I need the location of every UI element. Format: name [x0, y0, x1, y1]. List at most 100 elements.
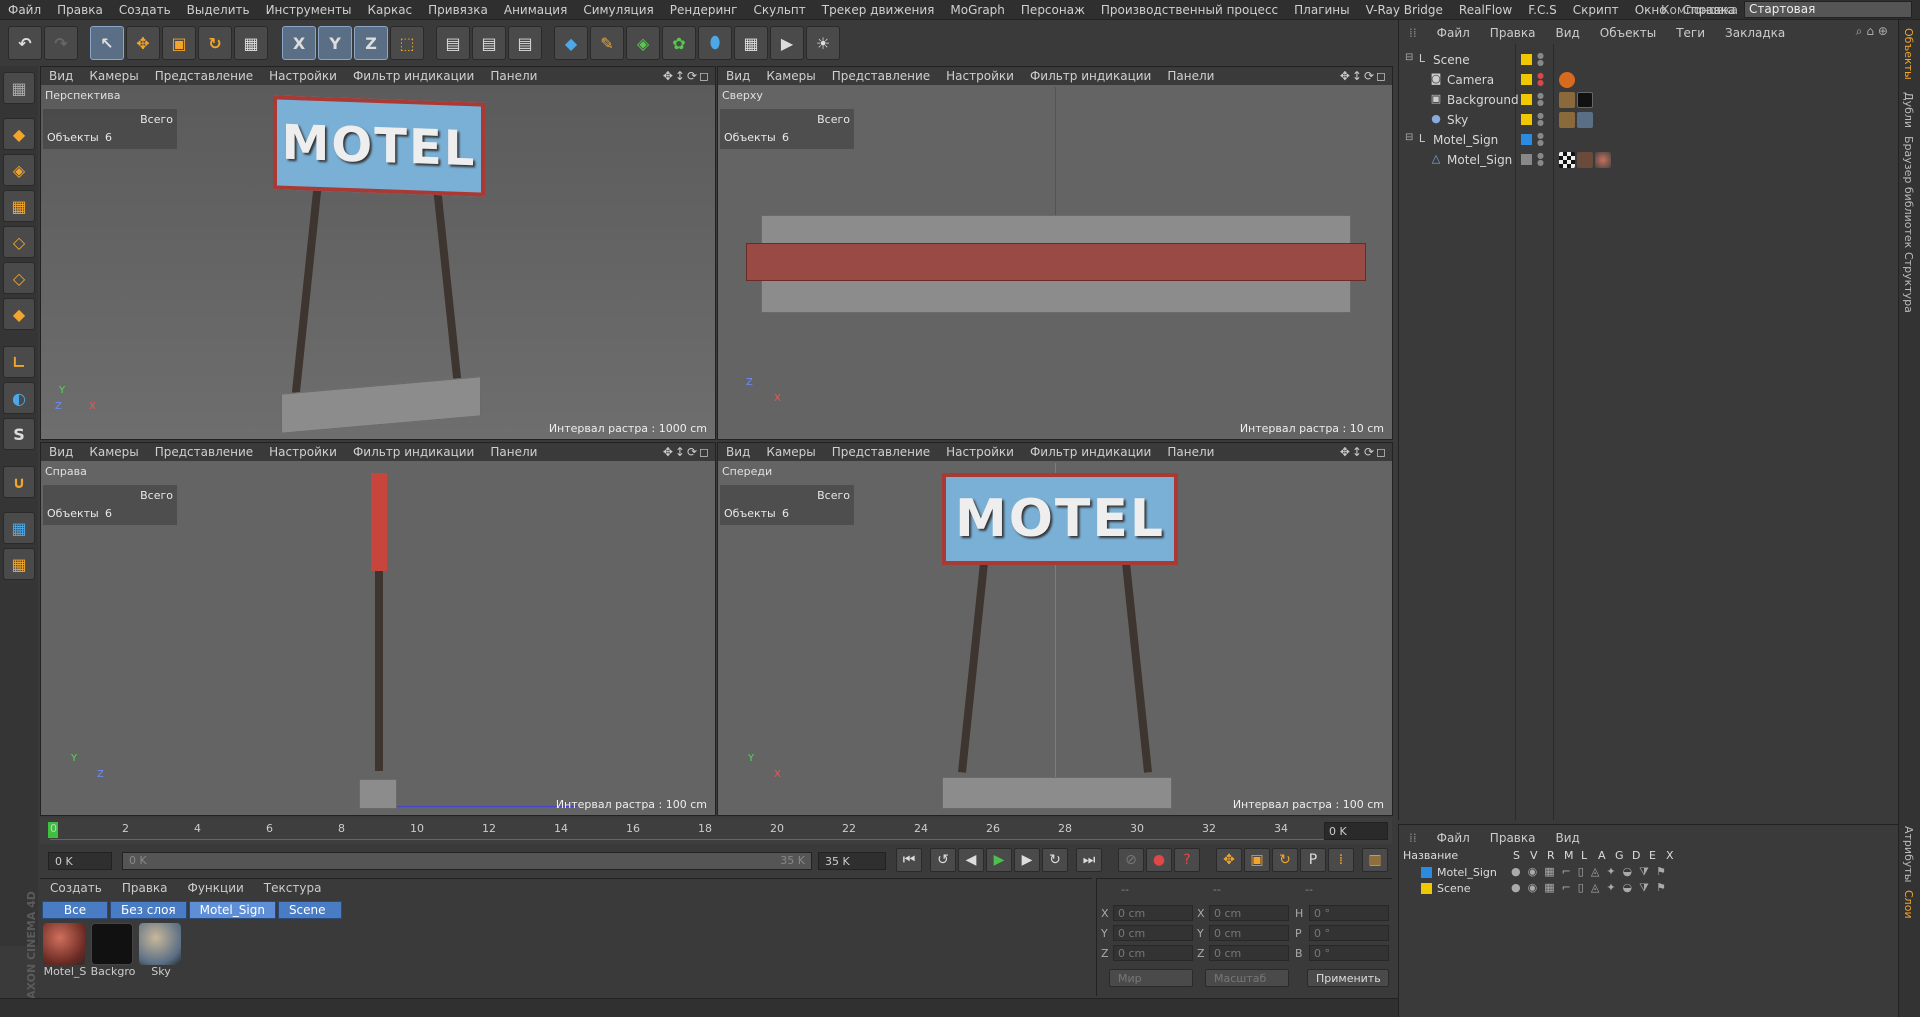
position-x-field[interactable]: 0 cm: [1113, 905, 1193, 921]
vp-menu-display[interactable]: Представление: [824, 445, 938, 459]
tab-objects[interactable]: Объекты: [1902, 28, 1915, 80]
visibility-dots[interactable]: ● ●: [1537, 72, 1544, 87]
end-frame-field[interactable]: 35 K: [818, 852, 886, 870]
key-position-button[interactable]: ✥: [1216, 848, 1242, 872]
compositing-tag-icon[interactable]: [1559, 112, 1575, 128]
start-frame-field[interactable]: 0 K: [48, 852, 112, 870]
viewport-perspective[interactable]: Вид Камеры Представление Настройки Фильт…: [40, 66, 716, 440]
size-z-field[interactable]: 0 cm: [1209, 945, 1289, 961]
edges-mode-button[interactable]: ◇: [3, 262, 35, 294]
vp-menu-filter[interactable]: Фильтр индикации: [1022, 69, 1159, 83]
goto-start-button[interactable]: ⏮: [896, 848, 922, 872]
viewport-nav-icons[interactable]: ✥↕⟳◻: [1340, 445, 1388, 459]
texture-mode-button[interactable]: ◈: [3, 154, 35, 186]
object-row-sky[interactable]: ● Sky ● ●: [1399, 110, 1899, 130]
workplane-align-button[interactable]: ▦: [3, 548, 35, 580]
vp-menu-display[interactable]: Представление: [147, 445, 261, 459]
snap-button[interactable]: S: [3, 418, 35, 450]
light-button[interactable]: ☀: [806, 26, 840, 60]
mat-tab-no-layer[interactable]: Без слоя: [110, 901, 187, 919]
model-mode-button[interactable]: ◆: [3, 118, 35, 150]
om-search-home-icons[interactable]: ⌕⌂⊕: [1856, 24, 1892, 39]
coordinate-system-button[interactable]: ⬚: [390, 26, 424, 60]
mat-menu-function[interactable]: Функции: [178, 881, 254, 895]
tweak-mode-button[interactable]: ◐: [3, 382, 35, 414]
om-menu-view[interactable]: Вид: [1545, 26, 1589, 40]
material-tag-icon[interactable]: [1595, 152, 1611, 168]
cloner-button[interactable]: ✿: [662, 26, 696, 60]
vp-menu-panels[interactable]: Панели: [1159, 445, 1222, 459]
range-slider[interactable]: 0 K 35 K: [122, 852, 812, 870]
material-item[interactable]: Sky: [138, 923, 182, 978]
visibility-dots[interactable]: ● ●: [1537, 152, 1544, 167]
visibility-dots[interactable]: ● ●: [1537, 92, 1544, 107]
layer-row-scene[interactable]: Scene ●◉▦⌐▯◬✦◒⧩⚑: [1399, 881, 1899, 897]
compositing-tag-icon[interactable]: [1559, 92, 1575, 108]
menu-snap[interactable]: Привязка: [420, 3, 496, 17]
object-row-background[interactable]: ▣ Background ● ●: [1399, 90, 1899, 110]
material-tag-icon[interactable]: [1577, 112, 1593, 128]
vp-menu-view[interactable]: Вид: [718, 69, 758, 83]
om-menu-objects[interactable]: Объекты: [1590, 26, 1666, 40]
prev-frame-button[interactable]: ◀: [958, 848, 984, 872]
lm-menu-view[interactable]: Вид: [1545, 831, 1589, 845]
prev-key-button[interactable]: ↺: [930, 848, 956, 872]
layer-toggles[interactable]: ●◉▦⌐▯◬✦◒⧩⚑: [1511, 865, 1673, 879]
workplane-lock-button[interactable]: ▦: [3, 512, 35, 544]
object-row-camera[interactable]: ◙ Camera ● ●: [1399, 70, 1899, 90]
menu-sculpt[interactable]: Скульпт: [745, 3, 813, 17]
tab-structure[interactable]: Структура: [1902, 252, 1915, 313]
viewport-nav-icons[interactable]: ✥↕⟳◻: [663, 69, 711, 83]
rotation-p-field[interactable]: 0 °: [1309, 925, 1389, 941]
om-menu-tags[interactable]: Теги: [1666, 26, 1715, 40]
recent-tools-button[interactable]: ▦: [234, 26, 268, 60]
viewport-nav-icons[interactable]: ✥↕⟳◻: [663, 445, 711, 459]
menu-render[interactable]: Рендеринг: [662, 3, 746, 17]
redo-button[interactable]: ↷: [44, 26, 78, 60]
size-y-field[interactable]: 0 cm: [1209, 925, 1289, 941]
expand-icon[interactable]: ⊟: [1405, 52, 1413, 63]
layout-select[interactable]: Стартовая: [1744, 1, 1912, 18]
lm-menu-edit[interactable]: Правка: [1480, 831, 1546, 845]
keyframe-selection-button[interactable]: ⊘: [1118, 848, 1144, 872]
object-row-scene[interactable]: ⊟ L Scene ● ●: [1399, 50, 1899, 70]
om-menu-file[interactable]: Файл: [1427, 26, 1480, 40]
scale-tool-button[interactable]: ▣: [162, 26, 196, 60]
vp-menu-cameras[interactable]: Камеры: [81, 445, 146, 459]
timeline-ticks[interactable]: 0 2 4 6 8 10 12 14 16 18 20 22 24 26 28 …: [48, 820, 1332, 840]
render-settings-button[interactable]: ▤: [508, 26, 542, 60]
viewport-nav-icons[interactable]: ✥↕⟳◻: [1340, 69, 1388, 83]
menu-script[interactable]: Скрипт: [1565, 3, 1627, 17]
axis-z-button[interactable]: Z: [354, 26, 388, 60]
vp-menu-view[interactable]: Вид: [41, 445, 81, 459]
axis-x-button[interactable]: X: [282, 26, 316, 60]
key-param-button[interactable]: P: [1300, 848, 1326, 872]
selection-tag-icon[interactable]: [1577, 152, 1593, 168]
viewport-top[interactable]: Вид Камеры Представление Настройки Фильт…: [717, 66, 1393, 440]
menu-simulate[interactable]: Симуляция: [575, 3, 661, 17]
layer-toggles[interactable]: ●◉▦⌐▯◬✦◒⧩⚑: [1511, 881, 1673, 895]
make-editable-button[interactable]: ▦: [3, 72, 35, 104]
undo-button[interactable]: ↶: [8, 26, 42, 60]
position-z-field[interactable]: 0 cm: [1113, 945, 1193, 961]
vp-menu-panels[interactable]: Панели: [482, 445, 545, 459]
cube-button[interactable]: ◆: [554, 26, 588, 60]
move-tool-button[interactable]: ✥: [126, 26, 160, 60]
next-frame-button[interactable]: ▶: [1014, 848, 1040, 872]
goto-end-button[interactable]: ⏭: [1076, 848, 1102, 872]
menu-edit[interactable]: Правка: [49, 3, 111, 17]
menu-mesh[interactable]: Каркас: [359, 3, 420, 17]
menu-vray-bridge[interactable]: V-Ray Bridge: [1358, 3, 1451, 17]
mat-menu-texture[interactable]: Текстура: [254, 881, 332, 895]
floor-button[interactable]: ▦: [734, 26, 768, 60]
visibility-dots[interactable]: ● ●: [1537, 52, 1544, 67]
protection-tag-icon[interactable]: [1559, 72, 1575, 88]
vp-menu-panels[interactable]: Панели: [482, 69, 545, 83]
visibility-dots[interactable]: ● ●: [1537, 132, 1544, 147]
vp-menu-cameras[interactable]: Камеры: [758, 445, 823, 459]
viewport-right[interactable]: Вид Камеры Представление Настройки Фильт…: [40, 442, 716, 816]
rotation-b-field[interactable]: 0 °: [1309, 945, 1389, 961]
vp-menu-options[interactable]: Настройки: [938, 69, 1022, 83]
menu-realflow[interactable]: RealFlow: [1451, 3, 1520, 17]
mat-tab-scene[interactable]: Scene: [277, 901, 342, 919]
